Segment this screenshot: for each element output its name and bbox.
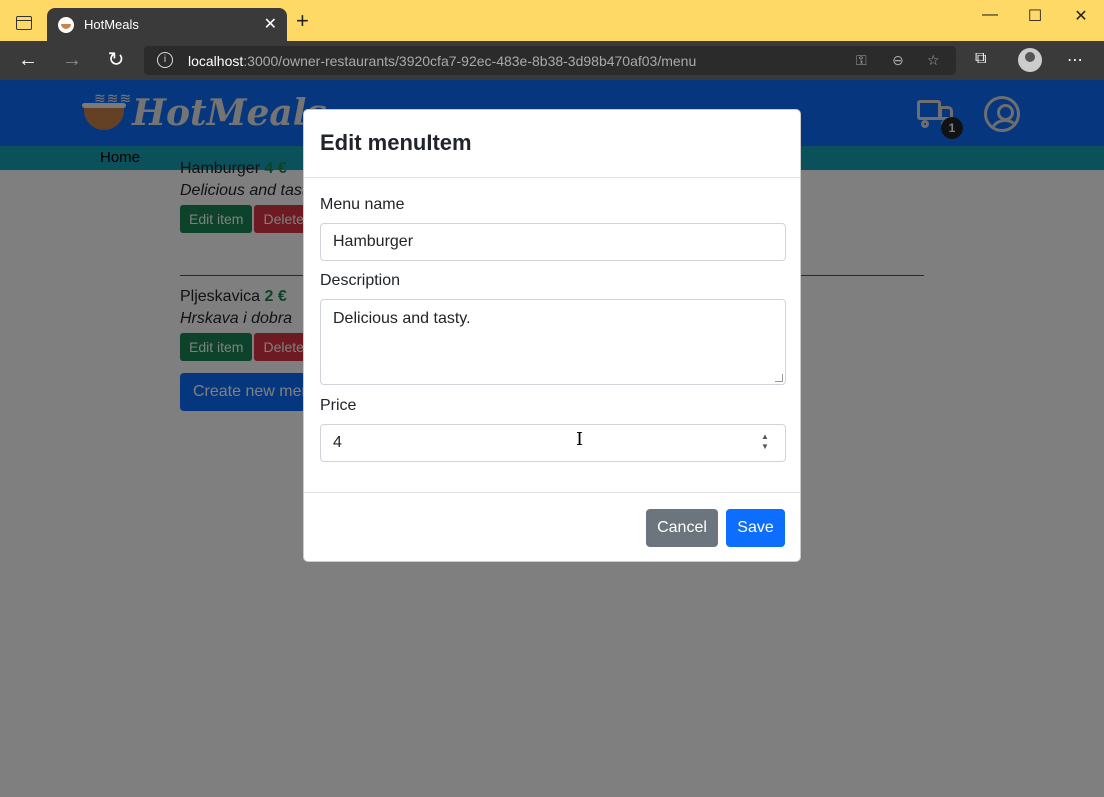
url-path: :3000/owner-restaurants/3920cfa7-92ec-48… — [243, 53, 697, 69]
back-icon[interactable]: ← — [15, 48, 41, 74]
collections-icon[interactable]: ⧉ — [975, 50, 986, 68]
modal-footer: Cancel Save — [304, 492, 800, 562]
price-label: Price — [320, 397, 357, 414]
description-text: Delicious and tasty. — [333, 310, 471, 327]
text-cursor-icon: I — [576, 429, 584, 450]
forward-icon[interactable]: → — [59, 48, 85, 74]
description-textarea[interactable]: Delicious and tasty. — [320, 299, 786, 385]
url-host: localhost — [188, 53, 244, 69]
description-label: Description — [320, 272, 401, 289]
address-bar[interactable]: i localhost:3000/owner-restaurants/3920c… — [144, 46, 956, 75]
price-input[interactable]: 4 — [320, 424, 786, 462]
tab-title: HotMeals — [84, 17, 139, 32]
resize-handle-icon[interactable] — [775, 374, 783, 382]
edit-menu-item-modal: Edit menuItem Menu name Hamburger Descri… — [303, 109, 801, 562]
site-info-icon[interactable]: i — [157, 52, 173, 68]
url-text[interactable]: localhost:3000/owner-restaurants/3920cfa… — [188, 53, 696, 69]
key-icon[interactable]: ⚿ — [856, 52, 867, 69]
browser-toolbar: ← → ↻ i localhost:3000/owner-restaurants… — [0, 41, 1104, 80]
minimize-icon[interactable]: — — [975, 6, 1005, 24]
tab-actions-icon[interactable] — [16, 16, 32, 30]
favicon-icon — [58, 17, 74, 33]
cancel-button[interactable]: Cancel — [646, 509, 718, 547]
menu-name-label: Menu name — [320, 196, 405, 213]
browser-titlebar: HotMeals ✕ + — ☐ ✕ — [0, 0, 1104, 41]
close-tab-icon[interactable]: ✕ — [264, 14, 277, 34]
favorites-add-icon[interactable]: ☆ — [927, 52, 940, 69]
zoom-out-icon[interactable]: ⊖ — [892, 52, 904, 69]
number-spinner-icon[interactable]: ▲ ▼ — [760, 432, 770, 452]
more-icon[interactable]: ⋯ — [1067, 50, 1083, 70]
profile-icon[interactable] — [1018, 48, 1042, 72]
reload-icon[interactable]: ↻ — [103, 48, 129, 74]
menu-name-input[interactable]: Hamburger — [320, 223, 786, 261]
modal-title: Edit menuItem — [320, 130, 472, 155]
modal-body: Menu name Hamburger Description Deliciou… — [320, 196, 786, 462]
save-button[interactable]: Save — [726, 509, 785, 547]
new-tab-icon[interactable]: + — [296, 10, 309, 32]
modal-header: Edit menuItem — [304, 110, 800, 178]
browser-tab[interactable]: HotMeals ✕ — [47, 8, 287, 41]
window-close-icon[interactable]: ✕ — [1066, 6, 1096, 26]
maximize-icon[interactable]: ☐ — [1020, 6, 1050, 26]
